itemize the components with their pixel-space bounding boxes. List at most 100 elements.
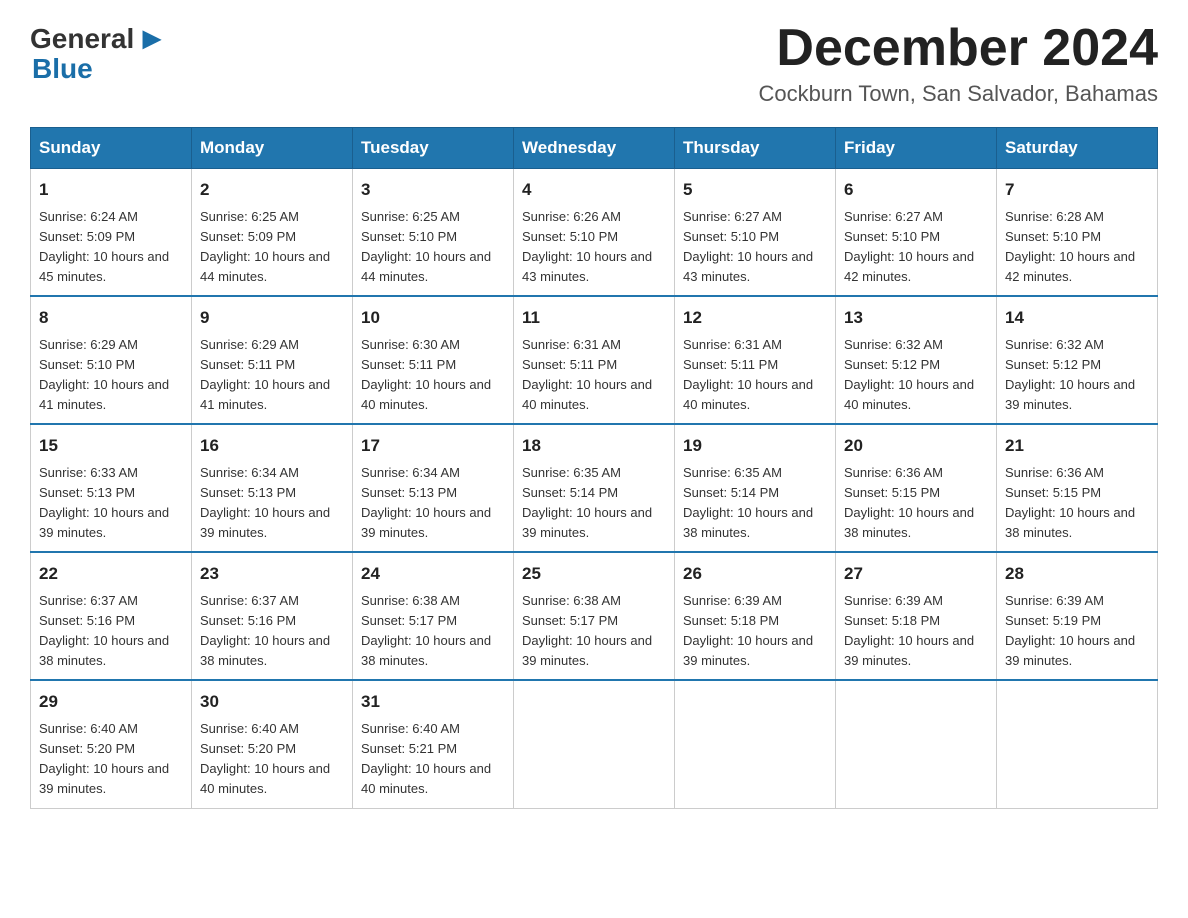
day-info: Sunrise: 6:40 AMSunset: 5:20 PMDaylight:… (39, 719, 183, 800)
day-info: Sunrise: 6:26 AMSunset: 5:10 PMDaylight:… (522, 207, 666, 288)
day-number: 21 (1005, 433, 1149, 459)
calendar-cell: 14 Sunrise: 6:32 AMSunset: 5:12 PMDayligh… (997, 296, 1158, 424)
day-number: 20 (844, 433, 988, 459)
location-title: Cockburn Town, San Salvador, Bahamas (759, 81, 1159, 107)
calendar-cell: 27 Sunrise: 6:39 AMSunset: 5:18 PMDayligh… (836, 552, 997, 680)
day-info: Sunrise: 6:27 AMSunset: 5:10 PMDaylight:… (683, 207, 827, 288)
day-number: 30 (200, 689, 344, 715)
column-header-sunday: Sunday (31, 128, 192, 169)
calendar-table: SundayMondayTuesdayWednesdayThursdayFrid… (30, 127, 1158, 808)
day-number: 3 (361, 177, 505, 203)
calendar-cell: 17 Sunrise: 6:34 AMSunset: 5:13 PMDayligh… (353, 424, 514, 552)
column-header-monday: Monday (192, 128, 353, 169)
day-info: Sunrise: 6:32 AMSunset: 5:12 PMDaylight:… (844, 335, 988, 416)
calendar-cell: 30 Sunrise: 6:40 AMSunset: 5:20 PMDayligh… (192, 680, 353, 808)
day-number: 9 (200, 305, 344, 331)
day-info: Sunrise: 6:25 AMSunset: 5:10 PMDaylight:… (361, 207, 505, 288)
day-number: 28 (1005, 561, 1149, 587)
column-header-wednesday: Wednesday (514, 128, 675, 169)
day-number: 23 (200, 561, 344, 587)
day-number: 6 (844, 177, 988, 203)
calendar-cell: 12 Sunrise: 6:31 AMSunset: 5:11 PMDayligh… (675, 296, 836, 424)
calendar-cell: 23 Sunrise: 6:37 AMSunset: 5:16 PMDayligh… (192, 552, 353, 680)
day-info: Sunrise: 6:25 AMSunset: 5:09 PMDaylight:… (200, 207, 344, 288)
day-info: Sunrise: 6:36 AMSunset: 5:15 PMDaylight:… (1005, 463, 1149, 544)
calendar-cell (675, 680, 836, 808)
day-number: 24 (361, 561, 505, 587)
day-info: Sunrise: 6:29 AMSunset: 5:10 PMDaylight:… (39, 335, 183, 416)
calendar-cell: 5 Sunrise: 6:27 AMSunset: 5:10 PMDaylight… (675, 169, 836, 297)
calendar-cell: 7 Sunrise: 6:28 AMSunset: 5:10 PMDaylight… (997, 169, 1158, 297)
calendar-cell: 4 Sunrise: 6:26 AMSunset: 5:10 PMDaylight… (514, 169, 675, 297)
calendar-cell: 25Sunrise: 6:38 AMSunset: 5:17 PMDayligh… (514, 552, 675, 680)
day-number: 10 (361, 305, 505, 331)
calendar-cell: 10 Sunrise: 6:30 AMSunset: 5:11 PMDayligh… (353, 296, 514, 424)
day-info: Sunrise: 6:24 AMSunset: 5:09 PMDaylight:… (39, 207, 183, 288)
day-number: 16 (200, 433, 344, 459)
day-number: 11 (522, 305, 666, 331)
day-number: 31 (361, 689, 505, 715)
calendar-cell (836, 680, 997, 808)
calendar-cell: 26 Sunrise: 6:39 AMSunset: 5:18 PMDayligh… (675, 552, 836, 680)
day-number: 4 (522, 177, 666, 203)
calendar-cell: 22 Sunrise: 6:37 AMSunset: 5:16 PMDayligh… (31, 552, 192, 680)
day-number: 26 (683, 561, 827, 587)
day-info: Sunrise: 6:31 AMSunset: 5:11 PMDaylight:… (683, 335, 827, 416)
day-number: 27 (844, 561, 988, 587)
day-info: Sunrise: 6:39 AMSunset: 5:18 PMDaylight:… (683, 591, 827, 672)
day-number: 8 (39, 305, 183, 331)
day-info: Sunrise: 6:39 AMSunset: 5:19 PMDaylight:… (1005, 591, 1149, 672)
day-number: 17 (361, 433, 505, 459)
day-info: Sunrise: 6:39 AMSunset: 5:18 PMDaylight:… (844, 591, 988, 672)
week-row-1: 1 Sunrise: 6:24 AMSunset: 5:09 PMDaylight… (31, 169, 1158, 297)
column-header-tuesday: Tuesday (353, 128, 514, 169)
day-info: Sunrise: 6:30 AMSunset: 5:11 PMDaylight:… (361, 335, 505, 416)
calendar-cell: 19Sunrise: 6:35 AMSunset: 5:14 PMDayligh… (675, 424, 836, 552)
day-info: Sunrise: 6:34 AMSunset: 5:13 PMDaylight:… (200, 463, 344, 544)
day-info: Sunrise: 6:28 AMSunset: 5:10 PMDaylight:… (1005, 207, 1149, 288)
column-header-friday: Friday (836, 128, 997, 169)
day-info: Sunrise: 6:34 AMSunset: 5:13 PMDaylight:… (361, 463, 505, 544)
day-number: 2 (200, 177, 344, 203)
column-header-thursday: Thursday (675, 128, 836, 169)
calendar-cell: 15Sunrise: 6:33 AMSunset: 5:13 PMDayligh… (31, 424, 192, 552)
day-info: Sunrise: 6:27 AMSunset: 5:10 PMDaylight:… (844, 207, 988, 288)
logo-arrow-icon: ► (136, 20, 168, 57)
day-number: 22 (39, 561, 183, 587)
calendar-cell (997, 680, 1158, 808)
calendar-cell: 6 Sunrise: 6:27 AMSunset: 5:10 PMDaylight… (836, 169, 997, 297)
calendar-cell: 8 Sunrise: 6:29 AMSunset: 5:10 PMDaylight… (31, 296, 192, 424)
day-info: Sunrise: 6:37 AMSunset: 5:16 PMDaylight:… (200, 591, 344, 672)
day-info: Sunrise: 6:35 AMSunset: 5:14 PMDaylight:… (522, 463, 666, 544)
calendar-cell: 1 Sunrise: 6:24 AMSunset: 5:09 PMDaylight… (31, 169, 192, 297)
day-number: 29 (39, 689, 183, 715)
day-number: 12 (683, 305, 827, 331)
day-info: Sunrise: 6:35 AMSunset: 5:14 PMDaylight:… (683, 463, 827, 544)
month-title: December 2024 (759, 20, 1159, 77)
day-info: Sunrise: 6:32 AMSunset: 5:12 PMDaylight:… (1005, 335, 1149, 416)
calendar-cell: 18Sunrise: 6:35 AMSunset: 5:14 PMDayligh… (514, 424, 675, 552)
week-row-4: 22 Sunrise: 6:37 AMSunset: 5:16 PMDayligh… (31, 552, 1158, 680)
calendar-cell: 11 Sunrise: 6:31 AMSunset: 5:11 PMDayligh… (514, 296, 675, 424)
day-info: Sunrise: 6:31 AMSunset: 5:11 PMDaylight:… (522, 335, 666, 416)
day-number: 5 (683, 177, 827, 203)
calendar-cell: 20 Sunrise: 6:36 AMSunset: 5:15 PMDayligh… (836, 424, 997, 552)
day-number: 14 (1005, 305, 1149, 331)
day-number: 1 (39, 177, 183, 203)
calendar-cell: 24 Sunrise: 6:38 AMSunset: 5:17 PMDayligh… (353, 552, 514, 680)
day-info: Sunrise: 6:38 AMSunset: 5:17 PMDaylight:… (361, 591, 505, 672)
day-info: Sunrise: 6:40 AMSunset: 5:21 PMDaylight:… (361, 719, 505, 800)
day-info: Sunrise: 6:40 AMSunset: 5:20 PMDaylight:… (200, 719, 344, 800)
day-info: Sunrise: 6:38 AMSunset: 5:17 PMDaylight:… (522, 591, 666, 672)
day-number: 7 (1005, 177, 1149, 203)
calendar-cell: 9 Sunrise: 6:29 AMSunset: 5:11 PMDaylight… (192, 296, 353, 424)
day-info: Sunrise: 6:29 AMSunset: 5:11 PMDaylight:… (200, 335, 344, 416)
day-info: Sunrise: 6:36 AMSunset: 5:15 PMDaylight:… (844, 463, 988, 544)
calendar-cell: 13Sunrise: 6:32 AMSunset: 5:12 PMDayligh… (836, 296, 997, 424)
page-header: General ► Blue December 2024 Cockburn To… (30, 20, 1158, 107)
calendar-cell: 29 Sunrise: 6:40 AMSunset: 5:20 PMDayligh… (31, 680, 192, 808)
column-header-saturday: Saturday (997, 128, 1158, 169)
day-number: 15 (39, 433, 183, 459)
day-info: Sunrise: 6:37 AMSunset: 5:16 PMDaylight:… (39, 591, 183, 672)
calendar-cell: 16 Sunrise: 6:34 AMSunset: 5:13 PMDayligh… (192, 424, 353, 552)
